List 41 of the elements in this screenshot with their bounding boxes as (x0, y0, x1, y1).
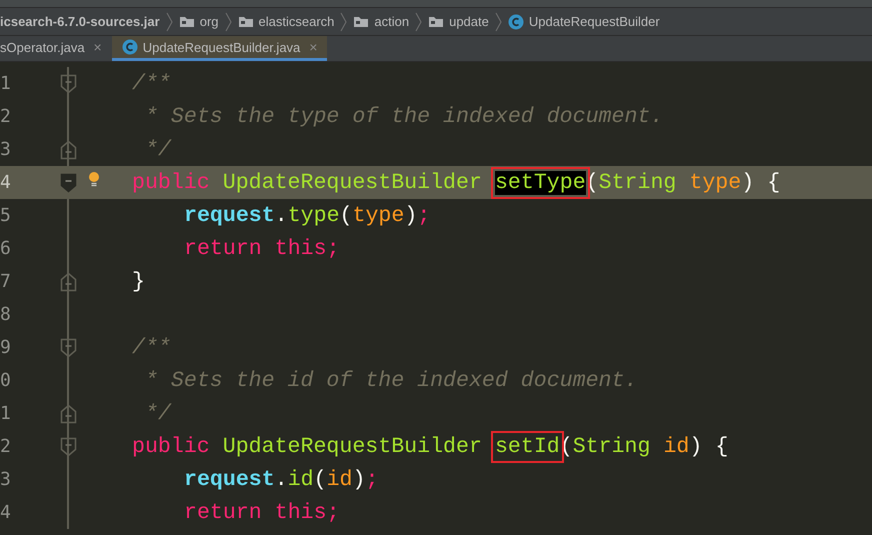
line-number: 1 (0, 73, 12, 94)
line-number: 4 (0, 172, 12, 193)
code-line: request.type(type); (183, 204, 430, 228)
code-line: request.id(id); (183, 468, 378, 492)
code-line: /** (132, 72, 171, 96)
code-line: /** (132, 336, 171, 360)
code-line: return this; (183, 236, 340, 260)
breadcrumb-item[interactable]: org (178, 14, 219, 30)
line-number: 5 (0, 205, 12, 226)
line-number: 6 (0, 238, 12, 259)
line-number: 1 (0, 403, 12, 424)
code-line: } (132, 270, 145, 294)
breadcrumb-item[interactable]: UpdateRequestBuilder (508, 14, 660, 30)
code-line: * Sets the type of the indexed document. (144, 104, 664, 128)
line-number: 2 (0, 106, 12, 127)
chevron-icon (339, 12, 348, 32)
breadcrumb-item[interactable]: icsearch-6.7.0-sources.jar (0, 14, 160, 29)
code-line: */ (144, 402, 171, 426)
breadcrumb-item[interactable]: elasticsearch (238, 14, 334, 30)
line-number: 3 (0, 469, 12, 490)
code-line: */ (144, 138, 171, 162)
breadcrumb-item[interactable]: update (428, 14, 489, 30)
line-number: 8 (0, 304, 12, 325)
line-number: 0 (0, 370, 12, 391)
class-icon (122, 39, 138, 55)
line-number: 4 (0, 502, 12, 523)
class-icon (508, 14, 524, 30)
code-line: * Sets the id of the indexed document. (144, 368, 638, 392)
editor-tab[interactable]: UpdateRequestBuilder.java × (112, 36, 328, 61)
line-number: 2 (0, 436, 12, 457)
chevron-icon (224, 12, 233, 32)
code-line: return this; (183, 500, 340, 524)
line-number: 7 (0, 271, 12, 292)
close-tab-button[interactable]: × (94, 39, 102, 55)
chevron-icon (494, 12, 503, 32)
line-number: 3 (0, 139, 12, 160)
editor-tab[interactable]: sOperator.java × (0, 36, 112, 61)
chevron-icon (414, 12, 424, 32)
breadcrumb-item[interactable]: action (353, 14, 410, 30)
chevron-icon (164, 12, 174, 32)
line-number: 9 (0, 337, 12, 358)
